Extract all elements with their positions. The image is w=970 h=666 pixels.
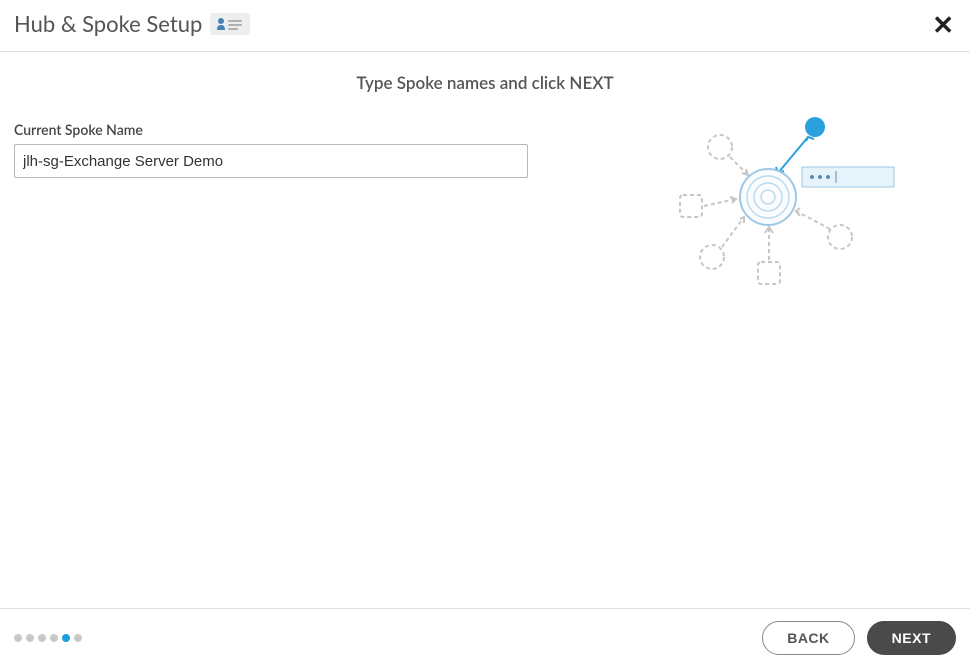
next-button[interactable]: NEXT (867, 621, 956, 655)
step-indicator (14, 634, 82, 642)
dialog-header: Hub & Spoke Setup ✕ (0, 0, 970, 52)
dialog-title: Hub & Spoke Setup (14, 10, 202, 37)
dialog-content: Type Spoke names and click NEXT Current … (0, 52, 970, 605)
spoke-name-input[interactable] (14, 144, 528, 178)
hub-spoke-illustration (670, 107, 900, 327)
spoke-name-label: Current Spoke Name (14, 121, 531, 138)
step-dot-6 (74, 634, 82, 642)
user-list-icon (210, 13, 250, 35)
step-dot-4 (50, 634, 58, 642)
back-button[interactable]: BACK (762, 621, 854, 655)
close-icon: ✕ (932, 10, 954, 40)
step-dot-2 (26, 634, 34, 642)
step-dot-5 (62, 634, 70, 642)
close-button[interactable]: ✕ (928, 8, 958, 42)
step-dot-3 (38, 634, 46, 642)
form-area: Current Spoke Name (0, 121, 545, 178)
step-dot-1 (14, 634, 22, 642)
dialog-footer: BACK NEXT (0, 608, 970, 666)
